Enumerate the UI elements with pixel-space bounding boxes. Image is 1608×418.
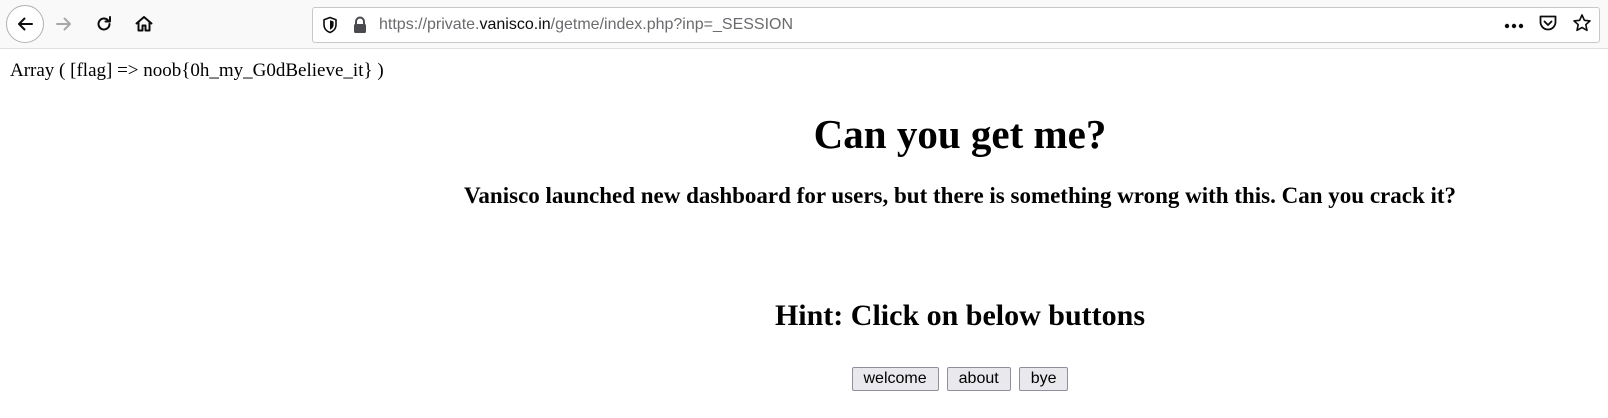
forward-button[interactable]	[46, 6, 82, 42]
welcome-button[interactable]: welcome	[851, 367, 939, 391]
url-domain: vanisco.in	[479, 16, 551, 33]
home-button[interactable]	[126, 6, 162, 42]
reload-icon	[94, 14, 114, 34]
star-icon	[1572, 13, 1592, 38]
url-actions	[1497, 8, 1599, 42]
shield-icon[interactable]	[321, 16, 339, 39]
page-title: Can you get me?	[813, 111, 1107, 157]
page-actions-button[interactable]	[1497, 8, 1531, 42]
page-content: Array ( [flag] => noob{0h_my_G0dBelieve_…	[0, 49, 1608, 418]
back-button[interactable]	[6, 5, 44, 43]
arrow-right-icon	[54, 14, 74, 34]
hint-heading: Hint: Click on below buttons	[774, 299, 1146, 332]
arrow-left-icon	[15, 14, 35, 34]
session-dump-text: Array ( [flag] => noob{0h_my_G0dBelieve_…	[10, 60, 384, 81]
more-dots-icon	[1504, 16, 1524, 34]
lock-icon[interactable]	[351, 15, 369, 40]
bye-button[interactable]: bye	[1018, 367, 1069, 391]
pocket-button[interactable]	[1531, 8, 1565, 42]
address-bar[interactable]: https://private.vanisco.in/getme/index.p…	[312, 7, 1600, 43]
about-button[interactable]: about	[946, 367, 1011, 391]
url-text[interactable]: https://private.vanisco.in/getme/index.p…	[379, 16, 793, 34]
pocket-icon	[1538, 14, 1558, 37]
reload-button[interactable]	[86, 6, 122, 42]
button-row: welcome about bye	[320, 367, 1600, 391]
bookmark-button[interactable]	[1565, 8, 1599, 42]
home-icon	[134, 14, 154, 34]
browser-toolbar: https://private.vanisco.in/getme/index.p…	[0, 0, 1608, 49]
url-prefix: https://private.	[379, 16, 480, 33]
page-subtitle: Vanisco launched new dashboard for users…	[463, 183, 1457, 208]
url-path: /getme/index.php?inp=_SESSION	[550, 16, 794, 33]
